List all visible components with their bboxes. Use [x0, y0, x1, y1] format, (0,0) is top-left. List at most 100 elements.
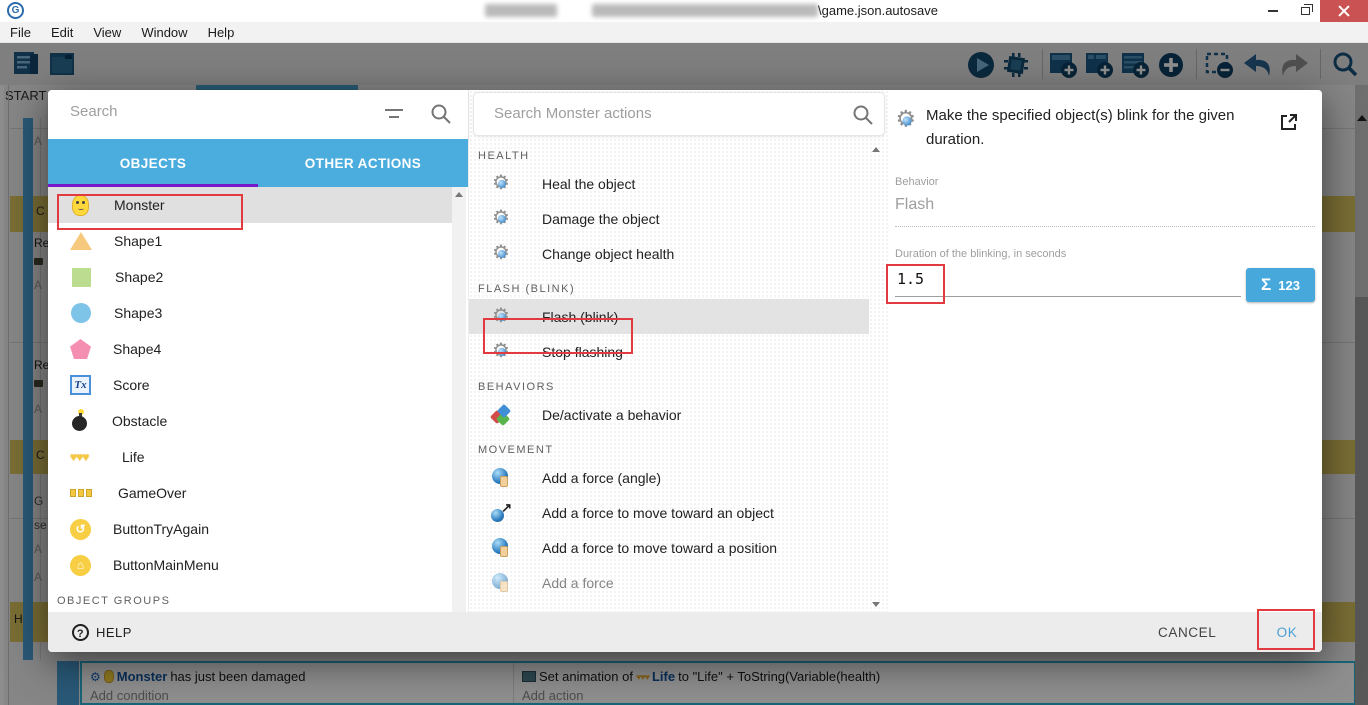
- action-item-add-force-toward-object[interactable]: ↗ Add a force to move toward an object: [469, 495, 869, 530]
- question-mark-icon: ?: [72, 623, 89, 641]
- objects-search-input[interactable]: [68, 102, 368, 121]
- gameover-text-icon: [70, 489, 96, 497]
- scroll-up-arrow-icon[interactable]: [455, 192, 463, 197]
- action-item-add-force-toward-position[interactable]: Add a force to move toward a position: [469, 530, 869, 565]
- objects-search-bar: [48, 90, 468, 139]
- duration-label: Duration of the blinking, in seconds: [895, 248, 1067, 260]
- action-label: De/activate a behavior: [542, 406, 682, 423]
- action-item-damage[interactable]: Damage the object: [469, 201, 869, 236]
- action-label: Heal the object: [542, 175, 636, 192]
- minimize-button[interactable]: [1258, 0, 1288, 22]
- tab-other-actions[interactable]: OTHER ACTIONS: [258, 139, 468, 187]
- behavior-label: Behavior: [895, 176, 939, 188]
- behavior-field[interactable]: Behavior Flash: [895, 176, 1315, 227]
- objects-panel: OBJECTS OTHER ACTIONS Monster Shape1 Sha…: [48, 90, 468, 612]
- behavior-icon: [489, 403, 513, 426]
- action-item-add-force-angle[interactable]: Add a force (angle): [469, 460, 869, 495]
- duration-input[interactable]: [895, 264, 1241, 297]
- search-icon[interactable]: [430, 103, 452, 125]
- object-item-buttontryagain[interactable]: ↺ ButtonTryAgain: [48, 511, 452, 547]
- behavior-value: Flash: [895, 196, 1315, 227]
- object-label: GameOver: [118, 485, 187, 501]
- help-label: HELP: [96, 624, 132, 640]
- object-label: Shape2: [115, 269, 164, 285]
- redacted-title-segment: [485, 4, 557, 17]
- action-label: Add a force: [542, 574, 614, 591]
- action-label: Add a force to move toward a position: [542, 539, 778, 556]
- object-label: Life: [122, 449, 145, 465]
- annotation-box-duration: [886, 264, 945, 304]
- search-icon[interactable]: [852, 104, 874, 126]
- square-icon: [72, 267, 91, 287]
- action-label: Add a force (angle): [542, 469, 662, 486]
- objects-tabs: OBJECTS OTHER ACTIONS: [48, 139, 468, 187]
- action-item-heal[interactable]: Heal the object: [469, 166, 869, 201]
- force-toward-object-icon: ↗: [491, 500, 513, 524]
- action-item-add-force[interactable]: Add a force: [469, 565, 869, 600]
- objects-list: Monster Shape1 Shape2 Shape3 Shape4 Tx S…: [48, 187, 452, 612]
- object-label: ButtonTryAgain: [113, 521, 209, 537]
- instruction-editor-dialog: OBJECTS OTHER ACTIONS Monster Shape1 Sha…: [48, 90, 1322, 652]
- scroll-up-arrow-icon[interactable]: [872, 147, 880, 152]
- action-label: Change object health: [542, 245, 675, 262]
- section-header: BEHAVIORS: [478, 381, 555, 393]
- sigma-icon: Σ: [1261, 275, 1272, 294]
- menu-file[interactable]: File: [0, 25, 41, 40]
- menu-bar: File Edit View Window Help: [0, 22, 1368, 43]
- actions-search-bar: [473, 92, 885, 136]
- actions-list: HEALTH Heal the object Damage the object…: [469, 138, 869, 612]
- section-header: FLASH (BLINK): [478, 283, 576, 295]
- object-item-buttonmainmenu[interactable]: ⌂ ButtonMainMenu: [48, 547, 452, 583]
- section-header: HEALTH: [478, 150, 530, 162]
- actions-search-input[interactable]: [492, 104, 822, 123]
- help-button[interactable]: ? HELP: [66, 623, 138, 642]
- object-label: Obstacle: [112, 413, 168, 429]
- expression-123-label: 123: [1278, 277, 1300, 293]
- object-item-life[interactable]: ♥♥♥ Life: [48, 439, 452, 475]
- cancel-button[interactable]: CANCEL: [1152, 612, 1222, 652]
- gear-icon: [491, 172, 513, 195]
- close-button[interactable]: [1320, 0, 1368, 22]
- actions-scrollbar[interactable]: [869, 142, 883, 612]
- gear-icon: [491, 242, 513, 265]
- hearts-icon: ♥♥♥: [70, 450, 89, 464]
- object-item-gameover[interactable]: GameOver: [48, 475, 452, 511]
- text-object-icon: Tx: [70, 375, 91, 395]
- action-item-deactivate-behavior[interactable]: De/activate a behavior: [469, 397, 869, 432]
- menu-help[interactable]: Help: [198, 25, 245, 40]
- object-item-shape4[interactable]: Shape4: [48, 331, 452, 367]
- action-item-change-health[interactable]: Change object health: [469, 236, 869, 271]
- menu-view[interactable]: View: [83, 25, 131, 40]
- dialog-footer: ? HELP CANCEL OK: [48, 612, 1322, 652]
- menu-edit[interactable]: Edit: [41, 25, 83, 40]
- object-label: ButtonMainMenu: [113, 557, 219, 573]
- retry-button-icon: ↺: [70, 518, 91, 540]
- expression-editor-button[interactable]: Σ 123: [1246, 268, 1315, 302]
- object-item-shape3[interactable]: Shape3: [48, 295, 452, 331]
- scroll-down-arrow-icon[interactable]: [872, 602, 880, 607]
- restore-button[interactable]: [1290, 0, 1320, 22]
- force-icon: [491, 467, 513, 489]
- object-label: Shape1: [114, 233, 163, 249]
- tab-objects[interactable]: OBJECTS: [48, 139, 258, 187]
- open-help-external-icon[interactable]: [1279, 112, 1299, 132]
- object-item-score[interactable]: Tx Score: [48, 367, 452, 403]
- home-button-icon: ⌂: [70, 554, 91, 576]
- object-label: Shape4: [113, 341, 162, 357]
- gdevelop-logo-icon: G: [7, 2, 24, 19]
- object-label: Score: [113, 377, 150, 393]
- annotation-box-monster: [57, 194, 243, 230]
- gear-icon: [491, 207, 513, 230]
- action-description: Make the specified object(s) blink for t…: [926, 107, 1235, 148]
- circle-icon: [71, 303, 91, 323]
- force-icon: [491, 537, 513, 559]
- filter-icon[interactable]: [384, 107, 404, 121]
- object-item-obstacle[interactable]: Obstacle: [48, 403, 452, 439]
- triangle-icon: [70, 232, 92, 250]
- menu-window[interactable]: Window: [131, 25, 197, 40]
- object-item-shape2[interactable]: Shape2: [48, 259, 452, 295]
- title-bar: G \game.json.autosave: [0, 0, 1368, 22]
- objects-scrollbar[interactable]: [452, 187, 466, 612]
- action-label: Damage the object: [542, 210, 660, 227]
- bomb-icon: [70, 409, 90, 432]
